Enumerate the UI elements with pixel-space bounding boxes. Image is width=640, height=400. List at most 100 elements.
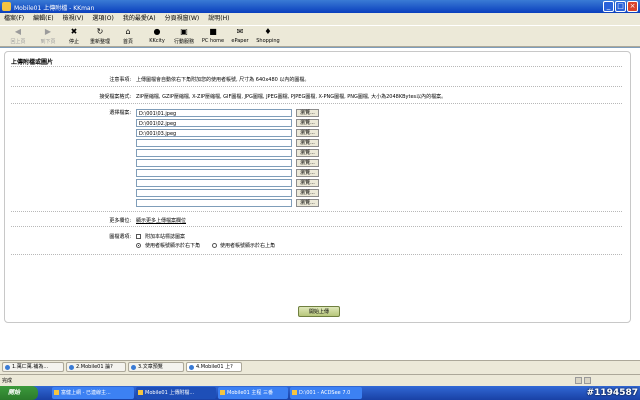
browser-tab-1[interactable]: 1.萬ㄈ萬.補為...	[2, 362, 64, 372]
menu-file[interactable]: 檔案(F)	[4, 14, 24, 24]
formats-text: ZIP壓縮檔, GZIP壓縮檔, X-ZIP壓縮檔, GIF圖檔, JPG圖檔,…	[136, 94, 447, 100]
file-input-7[interactable]	[136, 169, 292, 177]
taskbar: 開始 富健上網 - 已連線主... Mobile01 上傳附檔... Mobil…	[0, 386, 640, 400]
file-input-2[interactable]: D:\001\02.jpeg	[136, 119, 292, 127]
taskbar-item-3[interactable]: Mobile01 主程 三番	[218, 387, 288, 399]
divider	[11, 254, 622, 255]
top-right-option-label: 使用者帳號顯示於右上角	[220, 243, 276, 249]
status-text: 完成	[2, 378, 13, 384]
shopping-icon: ♦	[264, 27, 272, 36]
menu-options[interactable]: 選項(O)	[92, 14, 113, 24]
window-controls: _ □ ×	[603, 1, 638, 12]
shopping-button[interactable]: ♦ Shopping	[254, 28, 282, 46]
notice-text: 上傳圖檔會自動依右下角附加您的使用者帳號, 尺寸為 640x480 以內的圖檔。	[136, 77, 310, 83]
browse-button-4[interactable]: 瀏覽...	[296, 139, 319, 147]
notice-label: 注意事項:	[109, 77, 131, 83]
bottom-right-radio[interactable]	[136, 243, 141, 248]
pchome-button[interactable]: ■ PC home	[199, 28, 227, 46]
upload-panel: 上傳附檔或圖片 注意事項: 上傳圖檔會自動依右下角附加您的使用者帳號, 尺寸為 …	[4, 51, 631, 323]
more-fields-link[interactable]: 顯示更多上傳檔案欄位	[136, 217, 186, 224]
divider	[11, 66, 622, 67]
watermark-checkbox[interactable]	[136, 234, 141, 239]
page-icon	[69, 365, 74, 370]
pchome-icon: ■	[209, 27, 217, 36]
app-icon	[138, 390, 143, 395]
minimize-button[interactable]: _	[603, 1, 614, 12]
close-button[interactable]: ×	[627, 1, 638, 12]
file-input-8[interactable]	[136, 179, 292, 187]
browser-tab-3[interactable]: 3.文章預覽	[128, 362, 184, 372]
browser-tab-strip: 1.萬ㄈ萬.補為... 2.Mobile01 論? 3.文章預覽 4.Mobil…	[0, 360, 640, 373]
title-bar: Mobile01 上傳附檔 - KKman _ □ ×	[0, 0, 640, 13]
stop-icon: ✖	[70, 27, 78, 36]
taskbar-item-1[interactable]: 富健上網 - 已連線主...	[52, 387, 134, 399]
start-button[interactable]: 開始	[0, 386, 38, 400]
file-input-4[interactable]	[136, 139, 292, 147]
toolbar: ◀ 回上頁 ▶ 到下頁 ✖ 停止 ↻ 重新整理 ⌂ 首頁 ● KKcity ▣ 行動服務 ■ P…	[0, 25, 640, 47]
refresh-button[interactable]: ↻ 重新整理	[86, 28, 114, 46]
browse-button-9[interactable]: 瀏覽...	[296, 189, 319, 197]
browse-button-2[interactable]: 瀏覽...	[296, 119, 319, 127]
epaper-button[interactable]: ✉ ePaper	[226, 28, 254, 46]
browser-logo-icon	[2, 2, 11, 11]
browse-button-6[interactable]: 瀏覽...	[296, 159, 319, 167]
page-icon	[189, 365, 194, 370]
select-file-label: 選擇檔案:	[109, 110, 131, 116]
refresh-icon: ↻	[96, 27, 104, 36]
app-icon	[220, 390, 225, 395]
divider	[11, 226, 622, 227]
menu-view[interactable]: 檢視(V)	[63, 14, 84, 24]
file-input-6[interactable]	[136, 159, 292, 167]
security-icon	[584, 377, 591, 384]
bottom-right-option-label: 使用者帳號顯示於右下角	[145, 243, 201, 249]
divider	[11, 211, 622, 212]
page-icon	[5, 365, 10, 370]
browse-button-8[interactable]: 瀏覽...	[296, 179, 319, 187]
popup-blocker-icon[interactable]	[575, 377, 582, 384]
browse-button-3[interactable]: 瀏覽...	[296, 129, 319, 137]
page-title: 上傳附檔或圖片	[11, 59, 54, 66]
app-icon	[54, 390, 59, 395]
menu-bar: 檔案(F) 編輯(E) 檢視(V) 選項(O) 我的最愛(A) 分頁視窗(W) …	[0, 14, 640, 24]
taskbar-item-2[interactable]: Mobile01 上傳附檔...	[136, 387, 216, 399]
watermark-id: #1194587	[586, 388, 638, 398]
divider	[11, 103, 622, 104]
epaper-icon: ✉	[236, 27, 244, 36]
menu-tabs[interactable]: 分頁視窗(W)	[165, 14, 200, 24]
browser-tab-2[interactable]: 2.Mobile01 論?	[66, 362, 126, 372]
kkcity-button[interactable]: ● KKcity	[143, 28, 171, 46]
file-input-3[interactable]: D:\001\03.jpeg	[136, 129, 292, 137]
browse-button-10[interactable]: 瀏覽...	[296, 199, 319, 207]
maximize-button[interactable]: □	[615, 1, 626, 12]
status-icons	[575, 377, 591, 384]
forward-button[interactable]: ▶ 到下頁	[34, 28, 62, 46]
top-right-radio[interactable]	[212, 243, 217, 248]
kkcity-icon: ●	[153, 27, 161, 36]
menu-edit[interactable]: 編輯(E)	[33, 14, 53, 24]
menu-help[interactable]: 說明(H)	[208, 14, 229, 24]
file-input-5[interactable]	[136, 149, 292, 157]
file-input-9[interactable]	[136, 189, 292, 197]
file-input-10[interactable]	[136, 199, 292, 207]
menu-favorites[interactable]: 我的最愛(A)	[123, 14, 156, 24]
forward-icon: ▶	[44, 27, 52, 36]
browse-button-1[interactable]: 瀏覽...	[296, 109, 319, 117]
home-button[interactable]: ⌂ 首頁	[114, 28, 142, 46]
page-content: 上傳附檔或圖片 注意事項: 上傳圖檔會自動依右下角附加您的使用者帳號, 尺寸為 …	[0, 47, 640, 360]
browse-button-5[interactable]: 瀏覽...	[296, 149, 319, 157]
home-icon: ⌂	[125, 27, 131, 36]
taskbar-item-4[interactable]: D:\001 - ACDSee 7.0	[290, 387, 362, 399]
image-options-label: 圖檔選項:	[109, 234, 131, 240]
status-bar: 完成	[0, 374, 640, 386]
more-fields-label: 更多欄位:	[109, 218, 131, 224]
stop-button[interactable]: ✖ 停止	[60, 28, 88, 46]
browse-button-7[interactable]: 瀏覽...	[296, 169, 319, 177]
window-title: Mobile01 上傳附檔 - KKman	[14, 5, 95, 12]
start-upload-button[interactable]: 開始上傳	[298, 306, 340, 317]
divider	[11, 86, 622, 87]
watermark-option-label: 附加本站標誌圖案	[145, 234, 186, 240]
browser-tab-4[interactable]: 4.Mobile01 上?	[186, 362, 242, 372]
mobile-service-button[interactable]: ▣ 行動服務	[170, 28, 198, 46]
back-button[interactable]: ◀ 回上頁	[4, 28, 32, 46]
file-input-1[interactable]: D:\001\01.jpeg	[136, 109, 292, 117]
